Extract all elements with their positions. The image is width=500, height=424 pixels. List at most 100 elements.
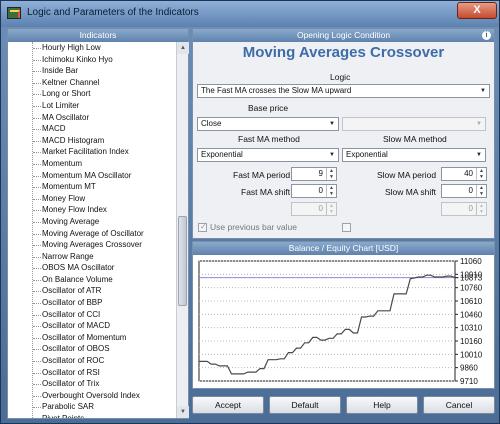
indicators-panel: Indicators Hourly High Low Ichimoku Kinko… [7,28,189,419]
stepper-arrows-icon[interactable]: ▲ ▼ [326,168,336,180]
extra-left-value: 0 [318,204,323,213]
window-title: Logic and Parameters of the Indicators [27,7,199,18]
chevron-down-icon: ▼ [329,121,335,127]
indicator-list-item[interactable]: Moving Average [8,216,176,228]
chevron-down-icon: ▼ [476,152,482,158]
indicator-list-item[interactable]: Lot Limiter [8,100,176,112]
y-tick-label: 10160 [460,337,483,346]
balance-chart-panel: Balance / Equity Chart [USD] 11060 10910 1… [192,241,495,389]
indicator-list-item[interactable]: Parabolic SAR [8,401,176,413]
y-tick-label: 10610 [460,297,483,306]
fast-ma-method-value: Exponential [201,150,243,159]
indicator-list-item[interactable]: Oscillator of CCI [8,309,176,321]
indicator-list-item[interactable]: Market Facilitation Index [8,146,176,158]
slow-ma-shift-label: Slow MA shift [385,187,437,197]
y-tick-label: 9860 [460,364,478,373]
indicator-list-item[interactable]: Oscillator of OBOS [8,343,176,355]
slow-ma-method-label: Slow MA method [383,134,447,144]
base-price-label: Base price [248,103,289,113]
fast-ma-period-stepper[interactable]: 9 ▲ ▼ [291,167,337,181]
scroll-up-icon[interactable]: ▲ [177,42,189,54]
extra-right-value: 0 [468,204,473,213]
indicator-list-item[interactable]: Oscillator of ROC [8,355,176,367]
extra-left-stepper[interactable]: 0 ▲ ▼ [291,202,337,216]
accept-button[interactable]: Accept [192,396,264,414]
app-icon [7,7,21,19]
title-bar[interactable]: Logic and Parameters of the Indicators X [1,1,499,27]
second-checkbox[interactable] [342,223,351,232]
indicators-tree[interactable]: Hourly High Low Ichimoku Kinko Hyo Inside … [8,42,176,418]
indicators-header: Indicators [8,29,188,42]
indicator-list-item[interactable]: Narrow Range [8,251,176,263]
indicator-list-item[interactable]: MACD [8,123,176,135]
fast-ma-method-select[interactable]: Exponential ▼ [197,148,339,162]
scroll-down-icon[interactable]: ▼ [177,406,189,418]
base-price-value: Close [201,119,222,128]
slow-ma-period-stepper[interactable]: 40 ▲ ▼ [441,167,487,181]
chevron-down-icon: ▼ [476,121,482,127]
base-price-select[interactable]: Close ▼ [197,117,339,131]
chart-title: Balance / Equity Chart [USD] [193,242,494,255]
extra-right-stepper[interactable]: 0 ▲ ▼ [441,202,487,216]
balance-equity-chart: 1106010910108731076010610104601031010160… [198,257,483,386]
indicator-list-item[interactable]: Money Flow Index [8,204,176,216]
scroll-thumb[interactable] [178,216,187,306]
use-previous-bar-checkbox[interactable]: ✓ [198,222,207,232]
dialog-buttons: Accept Default Help Cancel [192,392,495,419]
slow-ma-method-value: Exponential [346,150,388,159]
indicator-list-item[interactable]: Keltner Channel [8,77,176,89]
indicator-list-item[interactable]: Oscillator of ATR [8,285,176,297]
logic-select-value: The Fast MA crosses the Slow MA upward [201,86,352,95]
fast-ma-shift-stepper[interactable]: 0 ▲ ▼ [291,184,337,198]
indicator-list-item[interactable]: MA Oscillator [8,112,176,124]
indicator-list-item[interactable]: Moving Averages Crossover [8,239,176,251]
stepper-arrows-icon[interactable]: ▲ ▼ [476,168,486,180]
default-button[interactable]: Default [269,396,341,414]
info-icon[interactable]: i [482,31,491,40]
y-tick-label: 10460 [460,310,483,319]
opening-logic-panel: Opening Logic Condition i Moving Average… [192,28,495,239]
use-previous-bar-label: Use previous bar value [210,222,297,232]
indicator-list-item[interactable]: On Balance Volume [8,274,176,286]
stepper-arrows-icon[interactable]: ▲ ▼ [476,185,486,197]
indicator-list-item[interactable]: Hourly High Low [8,42,176,54]
indicator-list-item[interactable]: OBOS MA Oscillator [8,262,176,274]
help-button[interactable]: Help [346,396,418,414]
cancel-button[interactable]: Cancel [423,396,495,414]
indicator-list-item[interactable]: MACD Histogram [8,135,176,147]
fast-ma-shift-label: Fast MA shift [241,187,291,197]
indicator-list-item[interactable]: Money Flow [8,193,176,205]
slow-ma-shift-value: 0 [468,186,473,195]
indicator-list-item[interactable]: Momentum MA Oscillator [8,170,176,182]
plot-area [198,260,456,382]
indicator-list-item[interactable]: Overbought Oversold Index [8,390,176,402]
indicator-list-item[interactable]: Long or Short [8,88,176,100]
indicator-list-item[interactable]: Momentum MT [8,181,176,193]
fast-ma-method-label: Fast MA method [238,134,300,144]
slow-ma-shift-stepper[interactable]: 0 ▲ ▼ [441,184,487,198]
indicator-list-item[interactable]: Oscillator of MACD [8,320,176,332]
indicator-list-item[interactable]: Inside Bar [8,65,176,77]
indicator-list-item[interactable]: Momentum [8,158,176,170]
indicator-list-item[interactable]: Oscillator of BBP [8,297,176,309]
y-tick-label: 10873 [460,274,483,283]
y-tick-label: 11060 [460,257,482,266]
indicator-list-item[interactable]: Oscillator of RSI [8,367,176,379]
indicator-list-item[interactable]: Pivot Points [8,413,176,418]
close-button[interactable]: X [457,2,497,19]
indicator-dialog: Logic and Parameters of the Indicators X… [0,0,500,424]
indicators-scrollbar[interactable]: ▲ ▼ [176,42,189,418]
indicator-list-item[interactable]: Oscillator of Momentum [8,332,176,344]
chevron-down-icon: ▼ [329,152,335,158]
slow-ma-method-select[interactable]: Exponential ▼ [342,148,486,162]
indicator-list-item[interactable]: Oscillator of Trix [8,378,176,390]
indicator-list-item[interactable]: Ichimoku Kinko Hyo [8,54,176,66]
chevron-down-icon: ▼ [480,88,486,94]
slow-ma-period-label: Slow MA period [377,170,437,180]
logic-select[interactable]: The Fast MA crosses the Slow MA upward ▼ [197,84,490,98]
base-price-second-select[interactable]: ▼ [342,117,486,131]
indicator-list-item[interactable]: Moving Average of Oscillator [8,228,176,240]
stepper-arrows-icon[interactable]: ▲ ▼ [476,203,486,215]
stepper-arrows-icon[interactable]: ▲ ▼ [326,203,336,215]
stepper-arrows-icon[interactable]: ▲ ▼ [326,185,336,197]
